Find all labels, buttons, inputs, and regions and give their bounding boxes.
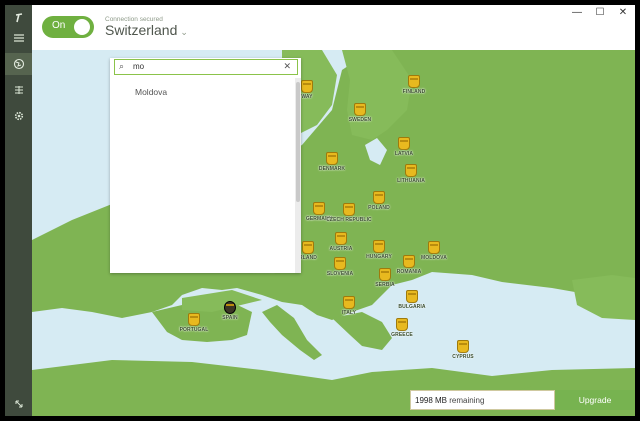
menu-icon[interactable]: [5, 27, 32, 49]
dns-network-icon[interactable]: [5, 79, 32, 101]
server-pin-icon: [188, 313, 200, 326]
search-box[interactable]: ⌕ ✕: [114, 59, 298, 75]
header: On Connection secured Switzerland ⌄ — ☐ ✕: [32, 5, 635, 50]
logo-icon: [5, 7, 32, 29]
pin-label: GREECE: [391, 332, 413, 338]
pin-label: SPAIN: [222, 315, 238, 321]
globe-icon[interactable]: [5, 53, 32, 75]
vpn-toggle[interactable]: On: [42, 16, 94, 38]
server-pin-icon: [396, 318, 408, 331]
server-pin-icon: [403, 255, 415, 268]
close-button[interactable]: ✕: [613, 7, 633, 21]
country-selector[interactable]: Switzerland ⌄: [105, 22, 188, 38]
clear-search-icon[interactable]: ✕: [283, 61, 291, 72]
server-pin-icon: [398, 137, 410, 150]
data-footer: 1998 MB remaining Upgrade: [410, 390, 635, 410]
pin-label: PORTUGAL: [179, 327, 209, 333]
server-pin-icon: [379, 268, 391, 281]
app-window: On Connection secured Switzerland ⌄ — ☐ ✕: [5, 5, 635, 416]
toggle-label: On: [52, 20, 66, 31]
pin-label: SERBIA: [375, 282, 395, 288]
server-pin-icon: [335, 232, 347, 245]
pin-label: DENMARK: [318, 166, 346, 172]
server-pin-icon: [457, 340, 469, 353]
search-input[interactable]: [133, 61, 273, 72]
pin-label: LATVIA: [394, 151, 414, 157]
data-suffix: remaining: [449, 396, 485, 405]
search-result-item[interactable]: Moldova: [135, 87, 167, 97]
server-pin-icon: [428, 241, 440, 254]
minimize-button[interactable]: —: [567, 7, 587, 21]
server-pin-icon: [343, 203, 355, 216]
selected-server-pin-icon: [224, 301, 236, 314]
sidebar: [5, 5, 32, 416]
server-pin-icon: [373, 240, 385, 253]
server-pin-icon: [313, 202, 325, 215]
search-icon: ⌕: [119, 61, 125, 71]
pin-label: SLOVENIA: [326, 271, 354, 277]
pin-label: AUSTRIA: [329, 246, 353, 252]
server-pin-icon: [302, 241, 314, 254]
pin-label: CYPRUS: [452, 354, 474, 360]
collapse-icon[interactable]: [5, 393, 32, 415]
pin-label: LITHUANIA: [397, 178, 425, 184]
country-name: Switzerland: [105, 22, 178, 38]
pin-label: ITALY: [341, 310, 357, 316]
upgrade-button[interactable]: Upgrade: [555, 390, 635, 410]
server-pin-icon: [343, 296, 355, 309]
toggle-knob: [74, 19, 90, 35]
data-remaining: 1998 MB remaining: [410, 390, 555, 410]
server-pin-icon: [408, 75, 420, 88]
server-pin-icon: [326, 152, 338, 165]
chevron-down-icon: ⌄: [180, 27, 188, 37]
pin-label: FINLAND: [402, 89, 426, 95]
pin-label: HUNGARY: [366, 254, 392, 260]
pin-label: CZECH REPUBLIC: [326, 217, 372, 223]
data-amount: 1998 MB: [415, 396, 448, 405]
pin-label: POLAND: [368, 205, 390, 211]
maximize-button[interactable]: ☐: [590, 7, 610, 21]
pin-label: SWEDEN: [348, 117, 372, 123]
search-panel: ⌕ ✕ Moldova: [110, 58, 301, 273]
scrollbar-thumb[interactable]: [296, 82, 300, 202]
server-pin-icon: [301, 80, 313, 93]
pin-label: BULGARIA: [398, 304, 426, 310]
server-pin-icon: [373, 191, 385, 204]
server-pin-icon: [405, 164, 417, 177]
server-pin-icon: [354, 103, 366, 116]
gear-icon[interactable]: [5, 105, 32, 127]
server-pin-icon: [406, 290, 418, 303]
